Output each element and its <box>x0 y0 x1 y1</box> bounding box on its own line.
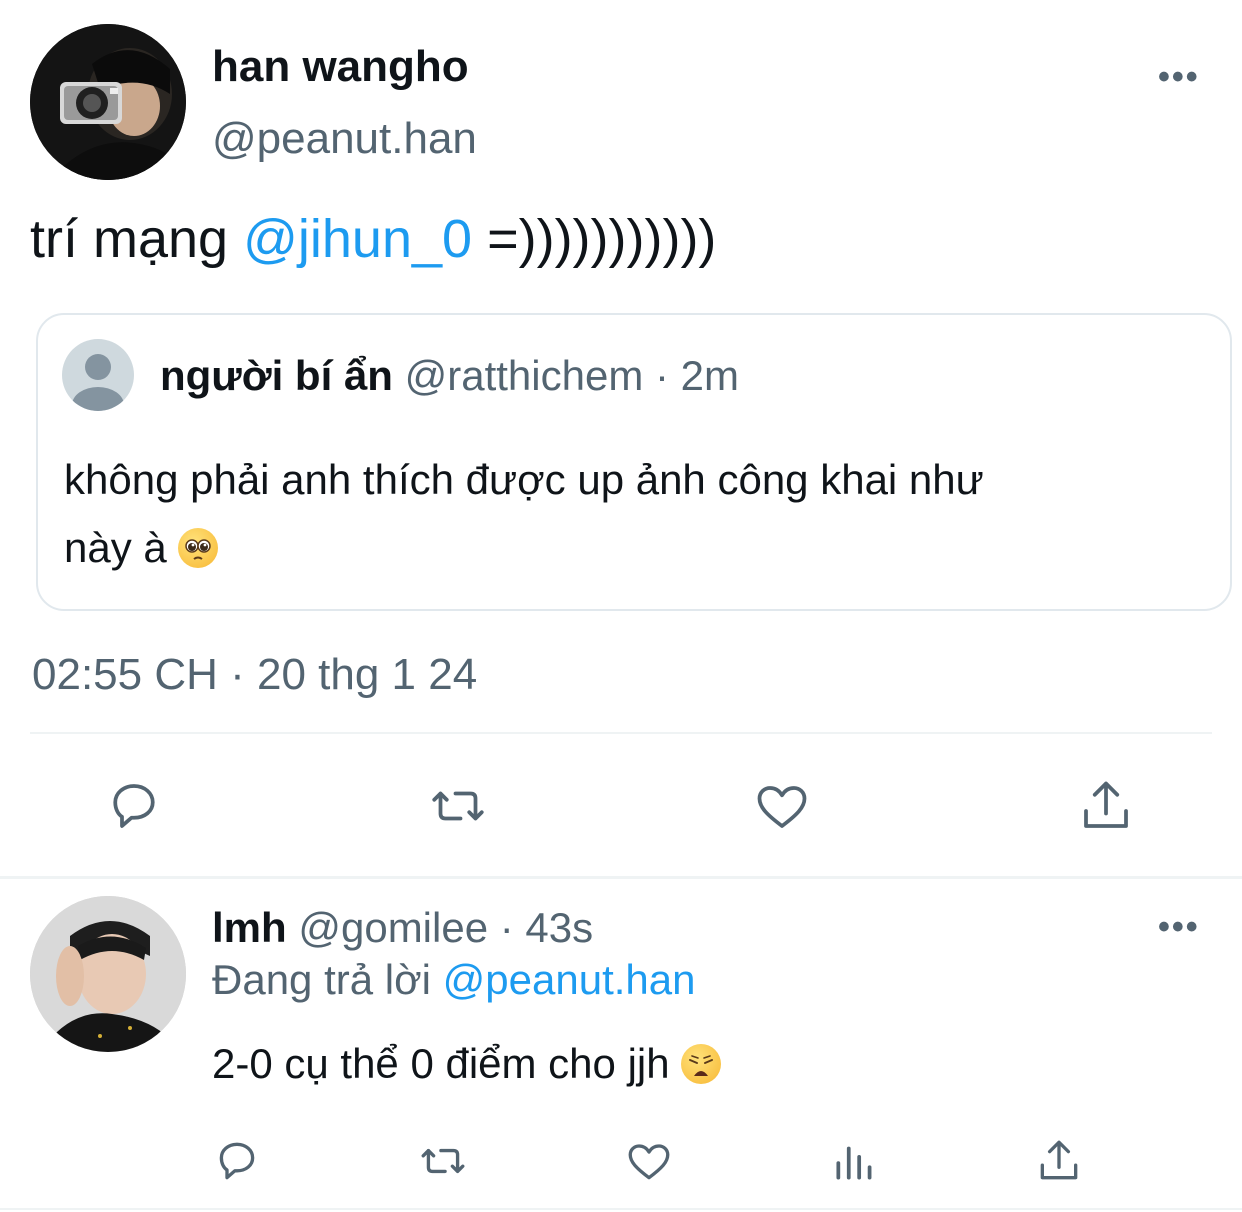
author-handle[interactable]: @peanut.han <box>212 114 477 164</box>
profile-photo-icon <box>30 896 186 1052</box>
like-button[interactable] <box>752 776 812 836</box>
pleading-face-emoji <box>178 528 219 568</box>
author-display-name[interactable]: han wangho <box>212 42 469 92</box>
divider-after-actions <box>0 876 1242 879</box>
retweet-icon <box>421 1148 465 1174</box>
replying-to-label: Đang trả lời <box>212 956 431 1003</box>
tweet-timestamp[interactable]: 02:55 CH · 20 thg 1 24 <box>32 650 477 700</box>
reply-icon <box>219 1142 255 1180</box>
share-button[interactable] <box>1076 776 1136 836</box>
reply-reply-button[interactable] <box>212 1136 262 1186</box>
divider-after-timestamp <box>30 732 1212 734</box>
tweet-text: trí mạng @jihun_0 =))))))))))) <box>30 208 716 270</box>
quoted-separator: · <box>655 352 669 399</box>
retweet-button[interactable] <box>426 776 490 836</box>
mention-link[interactable]: @jihun_0 <box>243 209 472 269</box>
quoted-display-name[interactable]: người bí ẩn <box>160 352 393 399</box>
reply-age: 43s <box>525 904 594 951</box>
reply-icon <box>113 784 155 828</box>
profile-photo-camera-icon <box>30 24 186 180</box>
reply-header: lmh @gomilee · 43s <box>212 904 593 952</box>
reply-share-button[interactable] <box>1034 1136 1084 1186</box>
heart-icon <box>757 786 807 828</box>
reply-author-avatar[interactable] <box>30 896 186 1052</box>
reply-display-name[interactable]: lmh <box>212 904 287 951</box>
retweet-icon <box>432 791 484 821</box>
reply-retweet-button[interactable] <box>416 1136 470 1186</box>
replying-to: Đang trả lời @peanut.han <box>212 956 695 1004</box>
more-options-button[interactable]: ••• <box>1158 60 1200 94</box>
quoted-avatar[interactable] <box>62 339 134 411</box>
quoted-age: 2m <box>680 352 740 399</box>
default-avatar-icon <box>72 354 124 411</box>
weary-face-emoji <box>681 1044 722 1084</box>
tweet-text-prefix: trí mạng <box>30 209 244 269</box>
quoted-text-line2: này à <box>64 524 167 571</box>
quoted-header: người bí ẩn @ratthichem · 2m <box>160 352 739 400</box>
views-icon <box>836 1146 872 1180</box>
quoted-handle[interactable]: @ratthichem <box>405 352 644 399</box>
reply-button[interactable] <box>104 776 164 836</box>
reply-views-button[interactable] <box>830 1136 880 1186</box>
quoted-text: không phải anh thích được up ảnh công kh… <box>64 446 984 582</box>
reply-more-options-button[interactable]: ••• <box>1158 910 1200 944</box>
divider-bottom <box>0 1208 1242 1210</box>
replying-to-handle[interactable]: @peanut.han <box>443 956 696 1003</box>
share-icon <box>1084 781 1128 828</box>
quoted-text-line2-wrap: này à <box>64 514 984 582</box>
tweet-text-suffix: =))))))))))) <box>472 209 717 269</box>
reply-text: 2-0 cụ thể 0 điểm cho jjh <box>212 1040 722 1088</box>
reply-separator: · <box>499 904 514 951</box>
share-icon <box>1040 1140 1078 1180</box>
author-avatar[interactable] <box>30 24 186 180</box>
reply-handle[interactable]: @gomilee <box>298 904 488 951</box>
reply-text-body: 2-0 cụ thể 0 điểm cho jjh <box>212 1040 670 1087</box>
reply-like-button[interactable] <box>624 1136 674 1186</box>
quoted-text-line1: không phải anh thích được up ảnh công kh… <box>64 456 984 503</box>
heart-icon <box>628 1144 670 1180</box>
